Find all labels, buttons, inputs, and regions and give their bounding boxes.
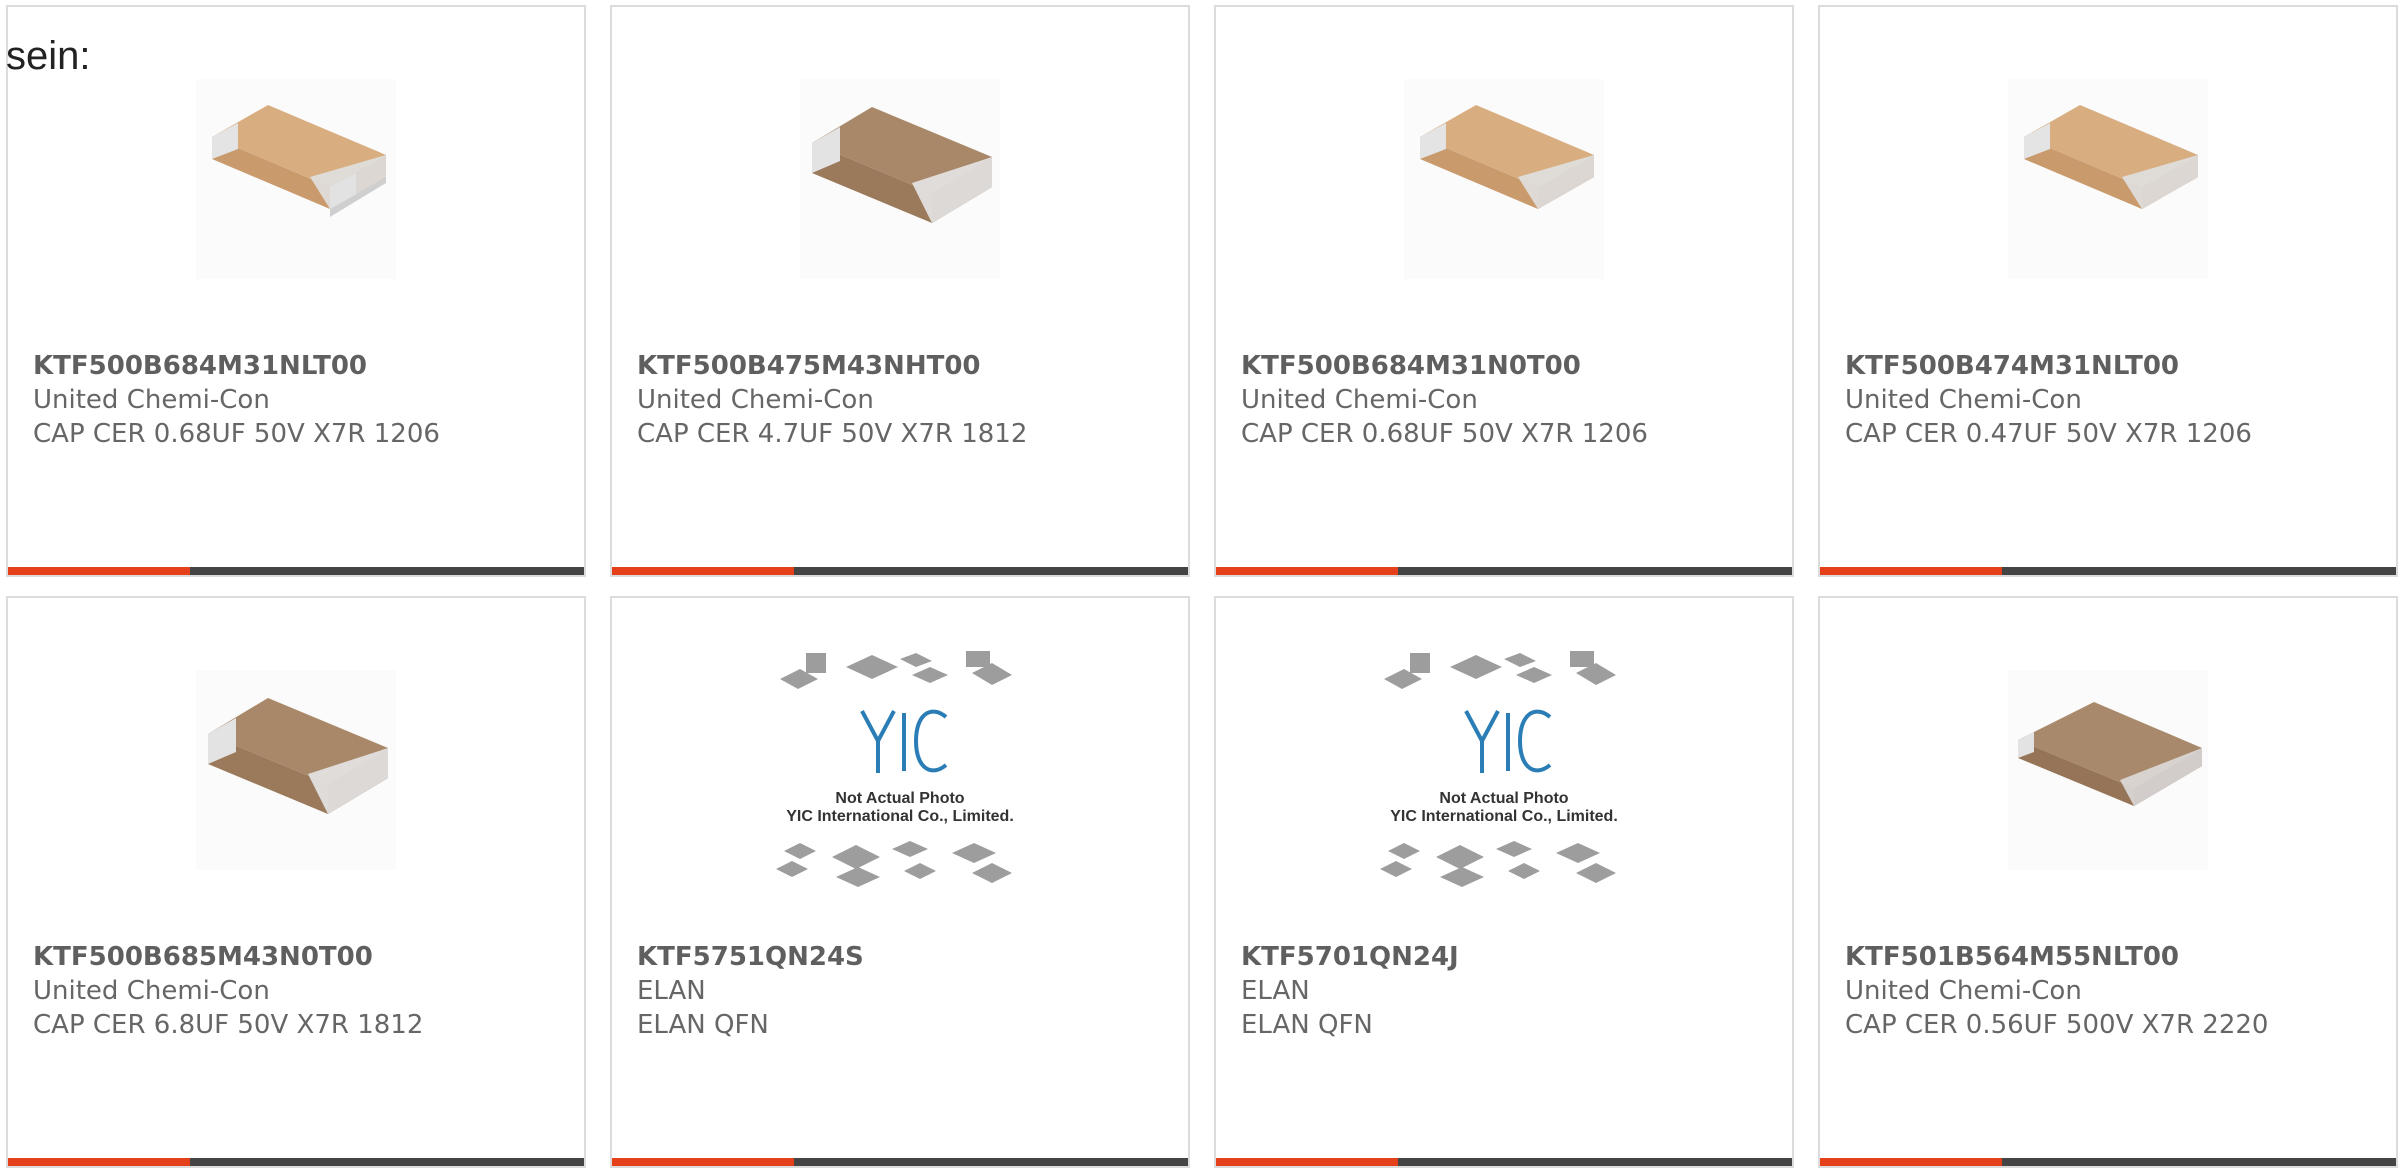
card-accent-bar xyxy=(1820,1158,2002,1166)
card-footer-bar xyxy=(1820,567,2396,575)
card-accent-bar xyxy=(1216,567,1398,575)
product-info: KTF5701QN24J ELAN ELAN QFN xyxy=(1241,940,1772,1042)
manufacturer: United Chemi-Con xyxy=(1845,385,2082,415)
product-image[interactable]: Not Actual Photo YIC International Co., … xyxy=(1216,651,1792,887)
part-number[interactable]: KTF500B474M31NLT00 xyxy=(1845,349,2376,383)
card-footer-bar xyxy=(1216,1158,1792,1166)
product-grid: KTF500B684M31NLT00 United Chemi-Con CAP … xyxy=(6,5,2398,1168)
card-footer-bar xyxy=(8,1158,584,1166)
product-image[interactable] xyxy=(1820,69,2396,289)
product-info: KTF501B564M55NLT00 United Chemi-Con CAP … xyxy=(1845,940,2376,1042)
product-card[interactable]: KTF501B564M55NLT00 United Chemi-Con CAP … xyxy=(1818,596,2398,1168)
card-footer-bar xyxy=(612,1158,1188,1166)
product-info: KTF500B475M43NHT00 United Chemi-Con CAP … xyxy=(637,349,1168,451)
description: CAP CER 0.68UF 50V X7R 1206 xyxy=(33,419,440,449)
product-info: KTF500B684M31NLT00 United Chemi-Con CAP … xyxy=(33,349,564,451)
product-image[interactable] xyxy=(8,69,584,289)
manufacturer: United Chemi-Con xyxy=(33,976,270,1006)
description: CAP CER 0.56UF 500V X7R 2220 xyxy=(1845,1010,2269,1040)
part-number[interactable]: KTF5751QN24S xyxy=(637,940,1168,974)
product-image[interactable] xyxy=(8,660,584,880)
part-number[interactable]: KTF5701QN24J xyxy=(1241,940,1772,974)
card-accent-bar xyxy=(612,1158,794,1166)
product-image[interactable] xyxy=(1216,69,1792,289)
manufacturer: United Chemi-Con xyxy=(1241,385,1478,415)
capacitor-chip-image xyxy=(2008,670,2208,870)
product-card[interactable]: KTF500B684M31N0T00 United Chemi-Con CAP … xyxy=(1214,5,1794,577)
manufacturer: ELAN xyxy=(1241,976,1310,1006)
product-image[interactable] xyxy=(1820,660,2396,880)
capacitor-chip-image xyxy=(196,670,396,870)
card-accent-bar xyxy=(8,1158,190,1166)
section-heading: sein: xyxy=(6,34,91,78)
product-info: KTF5751QN24S ELAN ELAN QFN xyxy=(637,940,1168,1042)
product-card[interactable]: KTF500B685M43N0T00 United Chemi-Con CAP … xyxy=(6,596,586,1168)
part-number[interactable]: KTF500B475M43NHT00 xyxy=(637,349,1168,383)
placeholder-line-2: YIC International Co., Limited. xyxy=(786,808,1014,825)
product-image[interactable]: Not Actual Photo YIC International Co., … xyxy=(612,651,1188,887)
capacitor-chip-image xyxy=(800,79,1000,279)
card-accent-bar xyxy=(1216,1158,1398,1166)
not-actual-photo-image: Not Actual Photo YIC International Co., … xyxy=(776,651,1014,887)
card-footer-bar xyxy=(612,567,1188,575)
placeholder-line-1: Not Actual Photo xyxy=(835,790,964,807)
description: CAP CER 6.8UF 50V X7R 1812 xyxy=(33,1010,424,1040)
product-info: KTF500B685M43N0T00 United Chemi-Con CAP … xyxy=(33,940,564,1042)
product-card[interactable]: KTF500B475M43NHT00 United Chemi-Con CAP … xyxy=(610,5,1190,577)
card-accent-bar xyxy=(8,567,190,575)
part-number[interactable]: KTF501B564M55NLT00 xyxy=(1845,940,2376,974)
manufacturer: United Chemi-Con xyxy=(1845,976,2082,1006)
card-accent-bar xyxy=(1820,567,2002,575)
description: CAP CER 0.68UF 50V X7R 1206 xyxy=(1241,419,1648,449)
manufacturer: United Chemi-Con xyxy=(33,385,270,415)
product-card[interactable]: KTF500B684M31NLT00 United Chemi-Con CAP … xyxy=(6,5,586,577)
card-footer-bar xyxy=(8,567,584,575)
description: ELAN QFN xyxy=(1241,1010,1373,1040)
placeholder-line-1: Not Actual Photo xyxy=(1439,790,1568,807)
product-card[interactable]: KTF500B474M31NLT00 United Chemi-Con CAP … xyxy=(1818,5,2398,577)
description: CAP CER 4.7UF 50V X7R 1812 xyxy=(637,419,1028,449)
placeholder-line-2: YIC International Co., Limited. xyxy=(1390,808,1618,825)
product-image[interactable] xyxy=(612,69,1188,289)
product-info: KTF500B684M31N0T00 United Chemi-Con CAP … xyxy=(1241,349,1772,451)
part-number[interactable]: KTF500B684M31N0T00 xyxy=(1241,349,1772,383)
part-number[interactable]: KTF500B685M43N0T00 xyxy=(33,940,564,974)
manufacturer: ELAN xyxy=(637,976,706,1006)
card-accent-bar xyxy=(612,567,794,575)
part-number[interactable]: KTF500B684M31NLT00 xyxy=(33,349,564,383)
capacitor-chip-image xyxy=(1404,79,1604,279)
manufacturer: United Chemi-Con xyxy=(637,385,874,415)
capacitor-chip-image xyxy=(196,79,396,279)
product-card[interactable]: Not Actual Photo YIC International Co., … xyxy=(610,596,1190,1168)
not-actual-photo-image: Not Actual Photo YIC International Co., … xyxy=(1380,651,1618,887)
product-card[interactable]: Not Actual Photo YIC International Co., … xyxy=(1214,596,1794,1168)
card-footer-bar xyxy=(1216,567,1792,575)
capacitor-chip-image xyxy=(2008,79,2208,279)
card-footer-bar xyxy=(1820,1158,2396,1166)
product-info: KTF500B474M31NLT00 United Chemi-Con CAP … xyxy=(1845,349,2376,451)
description: ELAN QFN xyxy=(637,1010,769,1040)
description: CAP CER 0.47UF 50V X7R 1206 xyxy=(1845,419,2252,449)
